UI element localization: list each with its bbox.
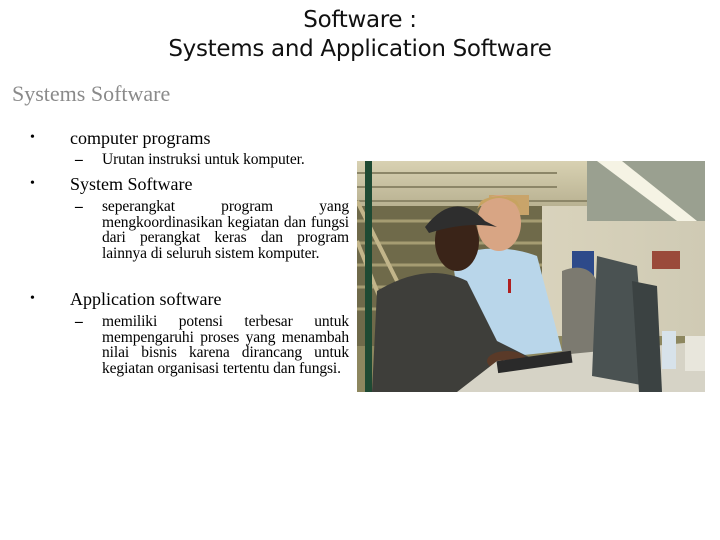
red-sign — [652, 251, 680, 269]
bullet-label: computer programs — [70, 128, 211, 148]
dash-icon: – — [75, 313, 83, 330]
slide-title: Software : Systems and Application Softw… — [0, 6, 720, 64]
slide-title-line-1: Software : — [303, 7, 417, 33]
bullet-label: Application software — [70, 289, 222, 309]
section-heading: Systems Software — [12, 81, 171, 106]
sub-bullet-text: memiliki potensi terbesar untuk mempenga… — [102, 313, 349, 377]
green-pole — [365, 161, 372, 392]
bullet-icon: • — [30, 176, 35, 191]
office-photo — [357, 161, 705, 392]
dash-icon: – — [75, 198, 83, 215]
bullet-icon: • — [30, 291, 35, 306]
cup — [685, 336, 705, 371]
bullet-label: System Software — [70, 174, 193, 194]
slide-title-line-2: Systems and Application Software — [168, 36, 552, 62]
sub-bullet-text: Urutan instruksi untuk komputer. — [102, 151, 305, 168]
shirt-logo — [508, 279, 511, 293]
background-person — [562, 267, 597, 361]
water-bottle — [662, 331, 676, 369]
dash-icon: – — [75, 151, 83, 168]
sub-bullet-text: seperangkat program yang mengkoordinasik… — [102, 198, 349, 262]
bullet-icon: • — [30, 130, 35, 145]
office-photo-illustration — [357, 161, 705, 392]
